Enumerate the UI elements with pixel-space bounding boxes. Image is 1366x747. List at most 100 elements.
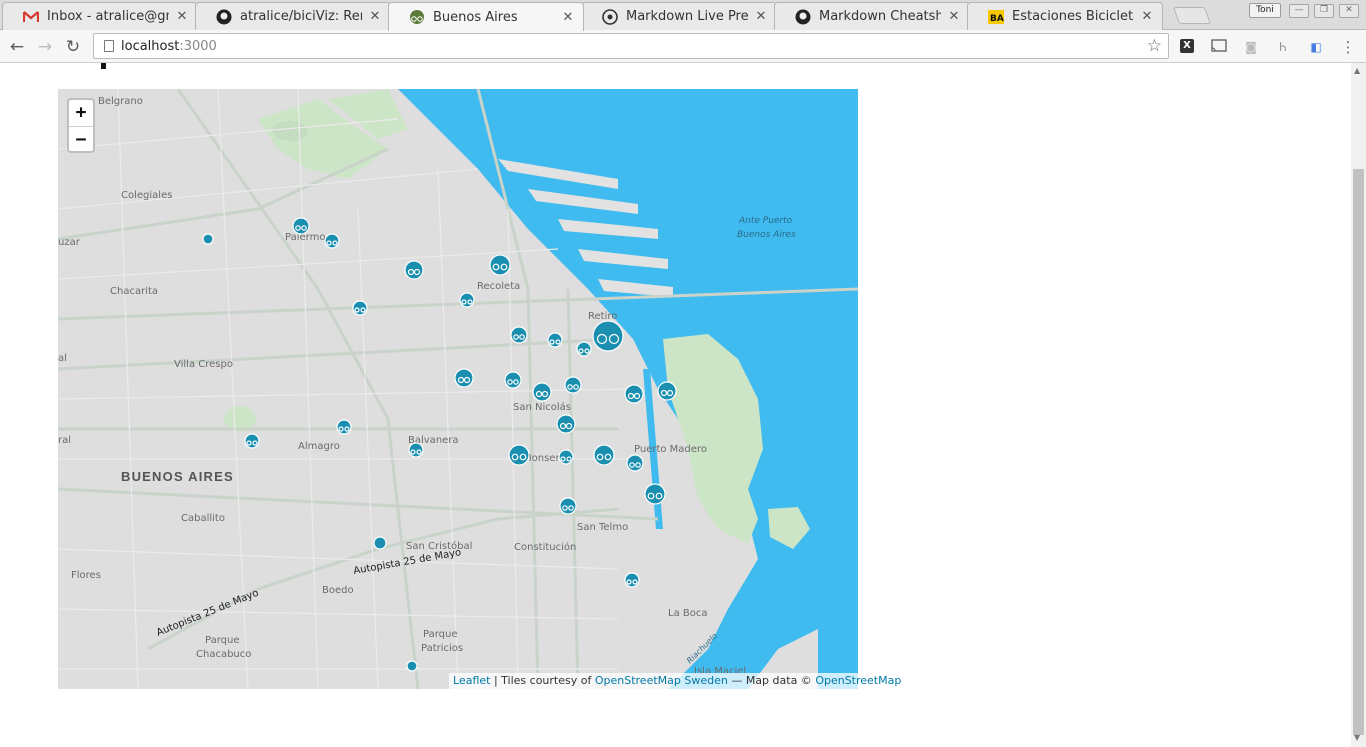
zoom-out-button[interactable]: − (69, 126, 93, 151)
tab-title: Estaciones Bicicletas P (1012, 9, 1134, 24)
leaflet-map[interactable]: Belgrano Colegiales Palermo Chacarita Re… (58, 89, 858, 689)
page-scrollbar[interactable]: ▲ ▼ (1351, 63, 1366, 747)
bike-station-marker[interactable] (593, 444, 615, 466)
label-puerto-madero: Puerto Madero (634, 444, 707, 455)
tab-markdown-cheatsheet[interactable]: Markdown Cheatshee ✕ (774, 2, 970, 30)
bike-station-marker[interactable] (202, 233, 214, 245)
close-icon[interactable]: ✕ (561, 10, 575, 25)
bike-station-marker[interactable] (324, 233, 340, 249)
ba-icon: BA (988, 9, 1004, 25)
address-bar[interactable]: localhost:3000 ☆ (93, 33, 1169, 59)
label-chacarita: Chacarita (110, 286, 158, 297)
minimize-button[interactable]: — (1289, 4, 1309, 18)
tab-title: Inbox - atralice@gmail (47, 9, 169, 24)
bike-station-marker[interactable] (292, 217, 310, 235)
bike-station-marker[interactable] (459, 292, 475, 308)
bike-station-marker[interactable] (406, 660, 418, 672)
forward-arrow-icon[interactable]: → (34, 36, 56, 58)
bike-station-marker[interactable] (336, 419, 352, 435)
bike-station-marker[interactable] (352, 300, 368, 316)
label-caballito: Caballito (181, 513, 225, 524)
extension-gray-icon[interactable]: ◙ (1243, 39, 1259, 55)
tab-estaciones[interactable]: BA Estaciones Bicicletas P ✕ (967, 2, 1163, 30)
label-edge-uzar: uzar (58, 237, 81, 248)
label-boedo: Boedo (322, 585, 354, 596)
zoom-control: + − (67, 98, 95, 153)
attribution-text-2: — Map data © (727, 674, 816, 687)
bike-station-marker[interactable] (510, 326, 528, 344)
bike-station-marker[interactable] (559, 497, 577, 515)
menu-kebab-icon[interactable]: ⋮ (1340, 39, 1356, 55)
bike-station-marker[interactable] (489, 254, 511, 276)
bike-station-marker[interactable] (558, 449, 574, 465)
bike-station-marker[interactable] (564, 376, 582, 394)
tab-markdown-preview[interactable]: Markdown Live Previe ✕ (581, 2, 777, 30)
close-icon[interactable]: ✕ (1140, 9, 1154, 24)
bike-station-marker[interactable] (556, 414, 576, 434)
bike-station-marker[interactable] (532, 382, 552, 402)
osm-sweden-link[interactable]: OpenStreetMap Sweden (595, 674, 728, 687)
profile-button[interactable]: Toni (1249, 3, 1281, 18)
label-parque-chacabuco-1: Parque (205, 635, 239, 646)
bike-station-marker[interactable] (408, 442, 424, 458)
new-tab-button[interactable] (1172, 7, 1212, 24)
bike-station-marker[interactable] (657, 381, 677, 401)
label-buenos-aires: BUENOS AIRES (121, 469, 234, 484)
extension-blue-icon[interactable]: ◧ (1308, 39, 1324, 55)
bike-station-marker[interactable] (373, 536, 387, 550)
extension-h-icon[interactable]: Ꮒ (1275, 39, 1291, 55)
close-icon[interactable]: ✕ (368, 9, 382, 24)
bike-station-marker[interactable] (504, 371, 522, 389)
label-parque-patricios-1: Parque (423, 629, 457, 640)
osm-link[interactable]: OpenStreetMap (815, 674, 901, 687)
bike-station-marker[interactable] (644, 483, 666, 505)
close-icon[interactable]: ✕ (754, 9, 768, 24)
tab-gmail[interactable]: Inbox - atralice@gmail ✕ (2, 2, 198, 30)
label-edge-al: al (58, 353, 67, 364)
extension-x-icon[interactable]: X (1180, 39, 1194, 53)
bike-station-marker[interactable] (508, 444, 530, 466)
bike-station-marker-large[interactable] (592, 320, 624, 352)
close-icon[interactable]: ✕ (175, 9, 189, 24)
close-icon[interactable]: ✕ (947, 9, 961, 24)
bike-station-marker[interactable] (624, 572, 640, 588)
label-ante-puerto-1: Ante Puerto (738, 216, 793, 226)
cast-icon[interactable] (1211, 39, 1227, 55)
attribution-text-1: | Tiles courtesy of (490, 674, 595, 687)
address-url[interactable]: localhost:3000 (121, 39, 217, 54)
scroll-down-arrow-icon[interactable]: ▼ (1354, 733, 1360, 742)
tab-buenos-aires[interactable]: Buenos Aires ✕ (388, 2, 584, 31)
label-edge-ral: ral (58, 435, 71, 446)
scroll-up-arrow-icon[interactable]: ▲ (1354, 66, 1360, 75)
scrollbar-thumb[interactable] (1353, 169, 1364, 735)
tab-title: Markdown Live Previe (626, 9, 748, 24)
tab-github-biciviz[interactable]: atralice/biciViz: Remak ✕ (195, 2, 391, 30)
back-arrow-icon[interactable]: ← (6, 36, 28, 58)
bike-station-marker[interactable] (547, 332, 563, 348)
maximize-button[interactable]: ❐ (1314, 4, 1334, 18)
label-belgrano: Belgrano (98, 96, 143, 107)
svg-text:BA: BA (990, 14, 1004, 24)
label-colegiales: Colegiales (121, 190, 172, 201)
page-heading-fragment (101, 63, 106, 69)
label-parque-patricios-2: Patricios (421, 643, 463, 654)
zoom-in-button[interactable]: + (69, 100, 93, 126)
github-icon (216, 9, 232, 25)
label-flores: Flores (71, 570, 101, 581)
bike-station-marker[interactable] (404, 260, 424, 280)
label-constitucion: Constitución (514, 541, 576, 553)
bike-station-marker[interactable] (454, 368, 474, 388)
bike-station-marker[interactable] (624, 384, 644, 404)
url-port: :3000 (179, 39, 217, 54)
bike-station-marker[interactable] (576, 341, 592, 357)
browser-toolbar: ← → ↻ localhost:3000 ☆ X ◙ Ꮒ ◧ ⋮ (0, 30, 1366, 63)
bike-station-marker[interactable] (626, 454, 644, 472)
window-close-button[interactable]: ✕ (1339, 4, 1359, 18)
markdown-icon (602, 8, 618, 25)
bike-station-marker[interactable] (244, 433, 260, 449)
reload-icon[interactable]: ↻ (62, 36, 84, 58)
bookmark-star-icon[interactable]: ☆ (1147, 36, 1162, 56)
label-parque-chacabuco-2: Chacabuco (196, 649, 251, 660)
leaflet-link[interactable]: Leaflet (453, 674, 490, 687)
bici-icon (409, 9, 425, 25)
